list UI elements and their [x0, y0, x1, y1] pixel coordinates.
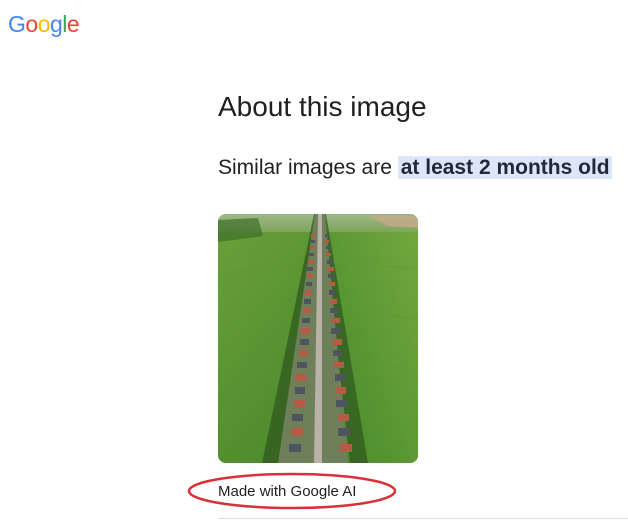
aerial-village-photo-icon — [218, 214, 418, 463]
logo-letter: G — [8, 11, 26, 37]
logo-letter: e — [66, 11, 80, 37]
about-this-image-page: Google About this image Similar images a… — [0, 0, 628, 526]
logo-letter: o — [37, 11, 51, 37]
similar-images-prefix: Similar images are — [218, 156, 398, 179]
divider — [218, 518, 628, 519]
page-title: About this image — [218, 91, 427, 122]
logo-letter: g — [49, 11, 63, 37]
age-highlight: at least 2 months old — [397, 156, 612, 179]
logo-letter: o — [25, 11, 38, 37]
similar-images-age: Similar images are at least 2 months old — [218, 153, 612, 183]
aerial-village-image[interactable] — [218, 214, 418, 463]
google-logo[interactable]: Google — [8, 11, 80, 37]
made-with-google-ai-label: Made with Google AI — [218, 483, 357, 500]
